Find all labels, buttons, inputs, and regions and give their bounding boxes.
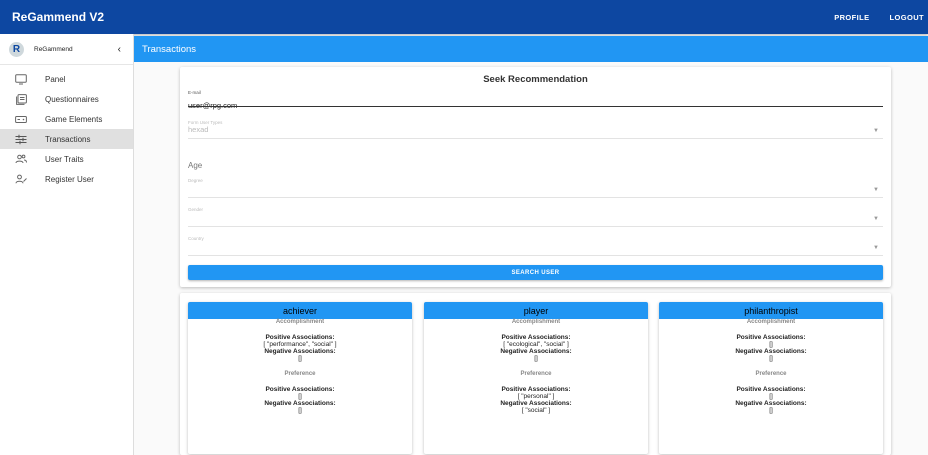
- side-drawer: R ReGammend ‹ Panel Questionnaires Game …: [0, 34, 134, 455]
- chevron-down-icon: ▼: [873, 128, 879, 134]
- result-card-title: player: [424, 302, 648, 319]
- nav-item-game-elements[interactable]: Game Elements: [0, 109, 133, 129]
- monitor-icon: [14, 73, 28, 85]
- document-icon: [14, 93, 28, 105]
- nav-item-panel[interactable]: Panel: [0, 69, 133, 89]
- result-card-title: philanthropist: [659, 302, 883, 319]
- age-input[interactable]: [188, 161, 883, 170]
- page-title: Transactions: [142, 43, 197, 55]
- logout-link[interactable]: LOGOUT: [890, 13, 924, 22]
- nav-item-transactions[interactable]: Transactions: [0, 129, 133, 149]
- person-add-icon: [14, 173, 28, 185]
- result-card-player: player Accomplishment Positive Associati…: [424, 302, 648, 454]
- app-title: ReGammend V2: [12, 10, 105, 24]
- seek-recommendation-form: Seek Recommendation E-mail Form User Typ…: [180, 67, 891, 287]
- chevron-down-icon: ▼: [873, 245, 879, 251]
- drawer-header: R ReGammend ‹: [0, 34, 133, 65]
- users-icon: [14, 153, 28, 165]
- brand-name: ReGammend: [34, 45, 73, 53]
- profile-link[interactable]: PROFILE: [834, 13, 869, 22]
- form-title: Seek Recommendation: [483, 74, 588, 85]
- search-user-button[interactable]: SEARCH USER: [188, 265, 883, 280]
- results-panel: achiever Accomplishment Positive Associa…: [180, 293, 891, 455]
- nav-item-register-user[interactable]: Register User: [0, 169, 133, 189]
- result-card-achiever: achiever Accomplishment Positive Associa…: [188, 302, 412, 454]
- collapse-drawer-button[interactable]: ‹: [118, 44, 121, 55]
- gamepad-icon: [14, 113, 28, 125]
- country-select[interactable]: Country ▼: [188, 236, 883, 256]
- app-bar: ReGammend V2 PROFILE LOGOUT: [0, 0, 928, 34]
- chevron-down-icon: ▼: [873, 216, 879, 222]
- page-header: Transactions: [134, 36, 928, 62]
- nav-item-user-traits[interactable]: User Traits: [0, 149, 133, 169]
- age-field[interactable]: [188, 155, 883, 172]
- logo: R: [9, 41, 24, 57]
- result-card-title: achiever: [188, 302, 412, 319]
- email-field[interactable]: E-mail: [188, 90, 883, 110]
- result-card-philanthropist: philanthropist Accomplishment Positive A…: [659, 302, 883, 454]
- user-types-select[interactable]: Form User Types hexad ▼: [188, 120, 883, 139]
- sliders-icon: [14, 133, 28, 145]
- degree-select[interactable]: Degree ▼: [188, 178, 883, 198]
- nav-item-questionnaires[interactable]: Questionnaires: [0, 89, 133, 109]
- chevron-down-icon: ▼: [873, 187, 879, 193]
- gender-select[interactable]: Gender ▼: [188, 207, 883, 227]
